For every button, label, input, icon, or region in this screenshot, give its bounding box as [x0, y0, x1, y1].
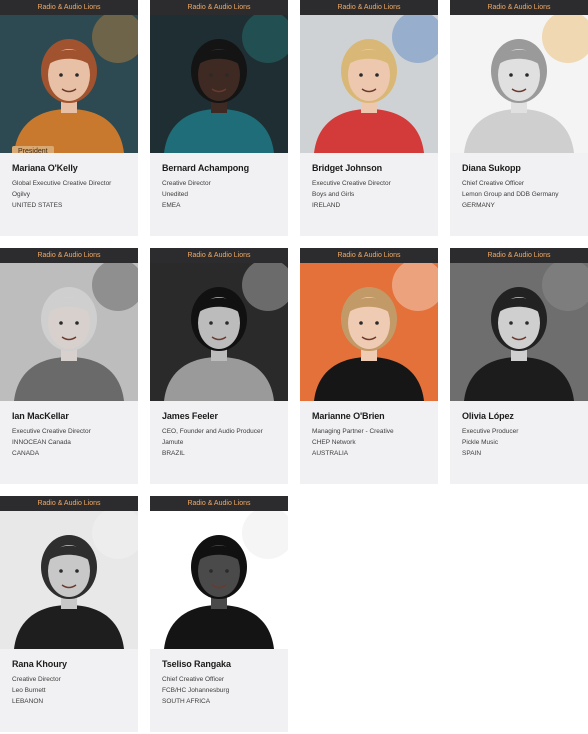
jury-card[interactable]: Radio & Audio Lions Rana Khoury Creative… [0, 496, 138, 732]
member-photo[interactable]: President [0, 15, 138, 153]
jury-grid: Radio & Audio Lions President Mariana O'… [0, 0, 588, 734]
president-badge: President [12, 146, 54, 153]
member-name[interactable]: Marianne O'Brien [312, 411, 426, 421]
category-tag: Radio & Audio Lions [300, 248, 438, 263]
jury-card[interactable]: Radio & Audio Lions Bernard Achampong Cr… [150, 0, 288, 236]
member-title: CEO, Founder and Audio Producer [162, 428, 263, 435]
member-title: Managing Partner - Creative [312, 428, 394, 435]
category-tag: Radio & Audio Lions [150, 496, 288, 511]
portrait-image [450, 263, 588, 401]
member-name[interactable]: Mariana O'Kelly [12, 163, 126, 173]
member-photo[interactable] [150, 511, 288, 649]
member-title: Global Executive Creative Director [12, 180, 112, 187]
member-title: Creative Director [12, 676, 61, 683]
member-photo[interactable] [450, 15, 588, 153]
category-tag: Radio & Audio Lions [0, 496, 138, 511]
portrait-image [0, 263, 138, 401]
portrait-image [150, 511, 288, 649]
portrait-image [300, 263, 438, 401]
jury-card[interactable]: Radio & Audio Lions President Mariana O'… [0, 0, 138, 236]
member-title: Chief Creative Officer [162, 676, 225, 683]
member-name[interactable]: Tseliso Rangaka [162, 659, 276, 669]
member-country: SPAIN [462, 450, 482, 457]
member-name[interactable]: Bernard Achampong [162, 163, 276, 173]
member-title: Executive Producer [462, 428, 519, 435]
member-name[interactable]: James Feeler [162, 411, 276, 421]
portrait-image [300, 15, 438, 153]
member-country: GERMANY [462, 202, 495, 209]
member-country: LEBANON [12, 698, 44, 705]
member-photo[interactable] [300, 263, 438, 401]
member-country: EMEA [162, 202, 181, 209]
member-title: Executive Creative Director [12, 428, 91, 435]
jury-card[interactable]: Radio & Audio Lions Tseliso Rangaka Chie… [150, 496, 288, 732]
member-country: CANADA [12, 450, 40, 457]
member-company: FCB/HC Johannesburg [162, 687, 230, 694]
jury-card[interactable]: Radio & Audio Lions Diana Sukopp Chief C… [450, 0, 588, 236]
member-company: Pickle Music [462, 439, 499, 446]
portrait-image [0, 511, 138, 649]
member-company: Unedited [162, 191, 189, 198]
category-tag: Radio & Audio Lions [150, 248, 288, 263]
member-photo[interactable] [150, 15, 288, 153]
member-title: Chief Creative Officer [462, 180, 525, 187]
member-name[interactable]: Diana Sukopp [462, 163, 576, 173]
category-tag: Radio & Audio Lions [300, 0, 438, 15]
portrait-image [150, 263, 288, 401]
jury-card[interactable]: Radio & Audio Lions Bridget Johnson Exec… [300, 0, 438, 236]
category-tag: Radio & Audio Lions [0, 248, 138, 263]
member-name[interactable]: Bridget Johnson [312, 163, 426, 173]
member-company: CHEP Network [312, 439, 356, 446]
portrait-image [450, 15, 588, 153]
jury-card[interactable]: Radio & Audio Lions Ian MacKellar Execut… [0, 248, 138, 484]
category-tag: Radio & Audio Lions [450, 248, 588, 263]
member-title: Creative Director [162, 180, 211, 187]
member-photo[interactable] [300, 15, 438, 153]
member-company: Lemon Group and DDB Germany [462, 191, 559, 198]
member-photo[interactable] [150, 263, 288, 401]
member-company: Ogilvy [12, 191, 31, 198]
category-tag: Radio & Audio Lions [0, 0, 138, 15]
member-photo[interactable] [450, 263, 588, 401]
category-tag: Radio & Audio Lions [450, 0, 588, 15]
member-photo[interactable] [0, 511, 138, 649]
portrait-image [150, 15, 288, 153]
member-country: UNITED STATES [12, 202, 63, 209]
member-company: INNOCEAN Canada [12, 439, 71, 446]
member-country: IRELAND [312, 202, 341, 209]
member-photo[interactable] [0, 263, 138, 401]
member-country: SOUTH AFRICA [162, 698, 211, 705]
member-country: AUSTRALIA [312, 450, 349, 457]
member-country: BRAZIL [162, 450, 185, 457]
member-name[interactable]: Rana Khoury [12, 659, 126, 669]
member-name[interactable]: Olivia López [462, 411, 576, 421]
member-name[interactable]: Ian MacKellar [12, 411, 126, 421]
jury-card[interactable]: Radio & Audio Lions James Feeler CEO, Fo… [150, 248, 288, 484]
member-company: Leo Burnett [12, 687, 46, 694]
category-tag: Radio & Audio Lions [150, 0, 288, 15]
member-company: Boys and Girls [312, 191, 355, 198]
portrait-image [0, 15, 138, 153]
jury-card[interactable]: Radio & Audio Lions Olivia López Executi… [450, 248, 588, 484]
member-company: Jamute [162, 439, 184, 446]
jury-card[interactable]: Radio & Audio Lions Marianne O'Brien Man… [300, 248, 438, 484]
member-title: Executive Creative Director [312, 180, 391, 187]
